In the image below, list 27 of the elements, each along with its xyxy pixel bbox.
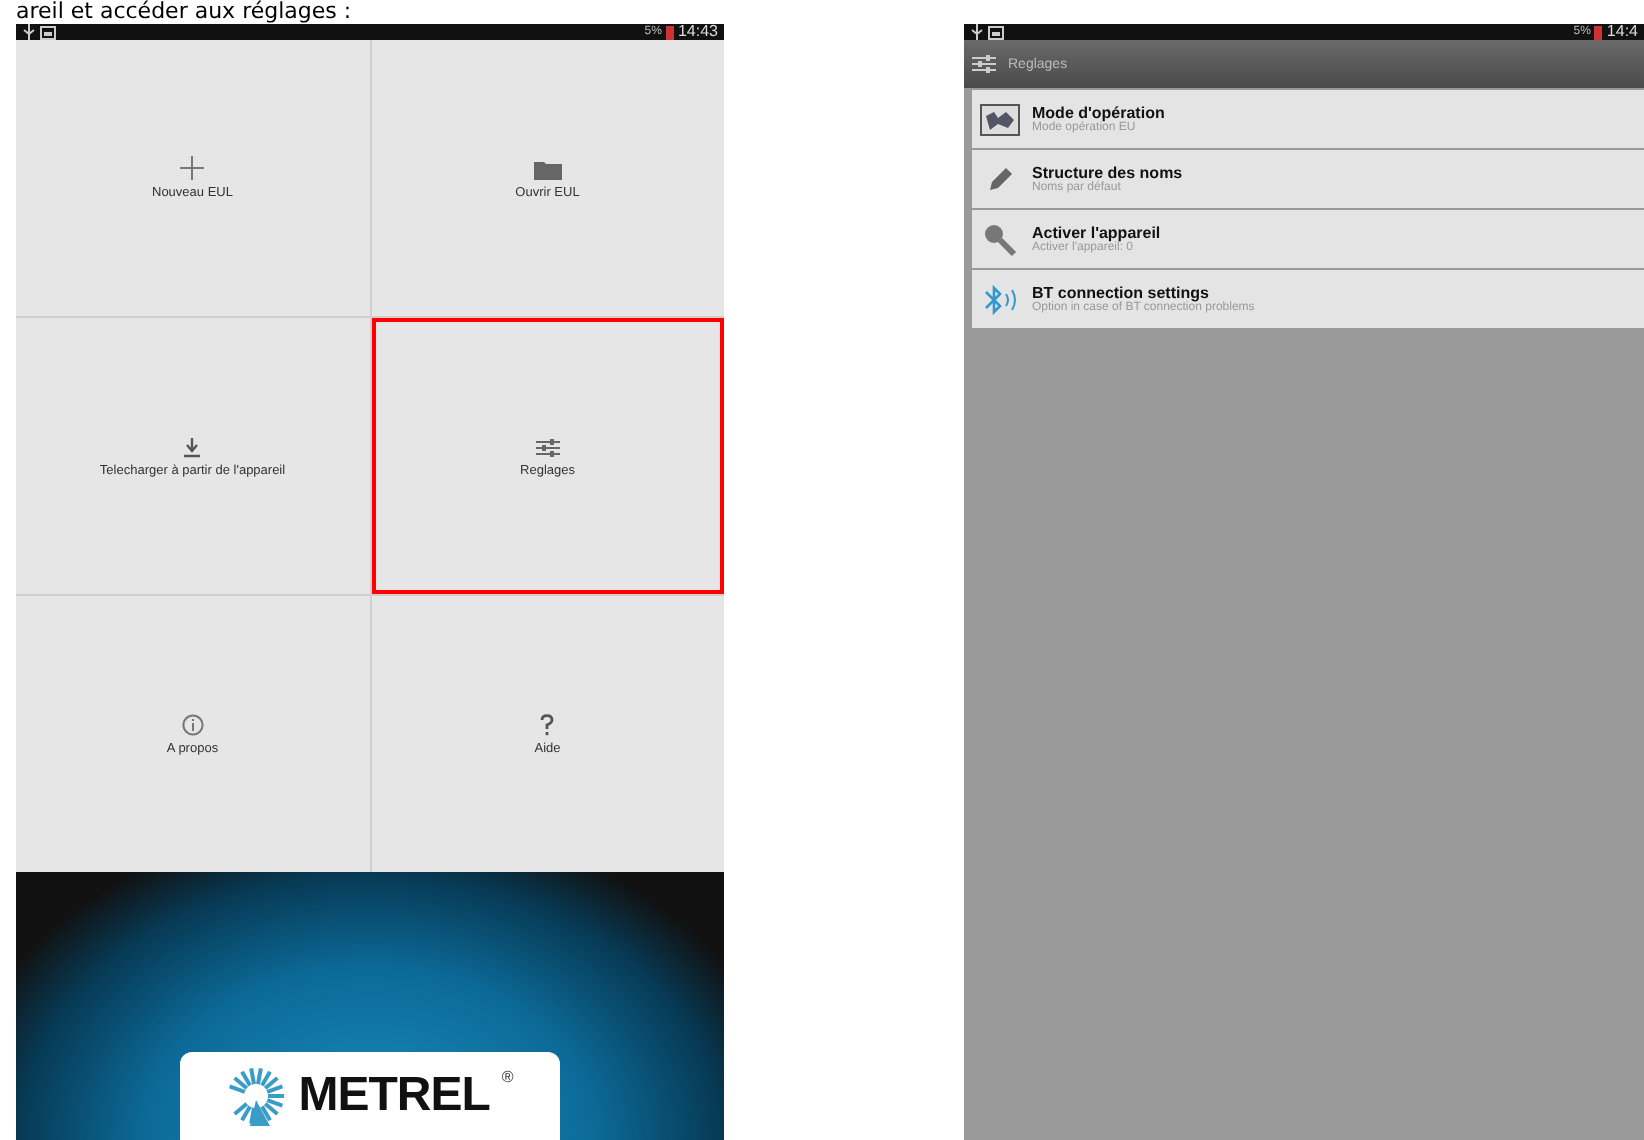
- key-icon: [982, 221, 1018, 257]
- question-mark-icon: [540, 714, 555, 736]
- plus-icon: [180, 156, 205, 180]
- usb-icon: [970, 24, 984, 40]
- download-icon: [182, 438, 203, 458]
- map-icon: [980, 103, 1020, 135]
- sunburst-logo-icon: [226, 1066, 287, 1126]
- clock-time: 14:4: [1606, 24, 1638, 40]
- sliders-icon: [535, 438, 560, 458]
- battery-icon: [665, 25, 674, 39]
- usb-icon: [22, 24, 36, 40]
- item-title: Mode d'opération: [1032, 104, 1165, 122]
- info-icon: [181, 714, 204, 736]
- caption-text: areil et accéder aux réglages :: [14, 0, 354, 24]
- logo-wordmark: METREL: [298, 1068, 490, 1124]
- sliders-icon: [972, 54, 996, 74]
- registered-mark: ®: [501, 1068, 514, 1086]
- battery-icon: [1594, 25, 1603, 39]
- folder-icon: [533, 160, 562, 180]
- bluetooth-icon: [982, 283, 1018, 315]
- image-icon: [988, 25, 1004, 39]
- image-icon: [40, 25, 56, 39]
- item-title: Structure des noms: [1032, 164, 1183, 182]
- item-title: Activer l'appareil: [1032, 224, 1161, 242]
- item-title: BT connection settings: [1032, 284, 1209, 302]
- pencil-icon: [984, 163, 1016, 195]
- clock-time: 14:43: [677, 24, 718, 40]
